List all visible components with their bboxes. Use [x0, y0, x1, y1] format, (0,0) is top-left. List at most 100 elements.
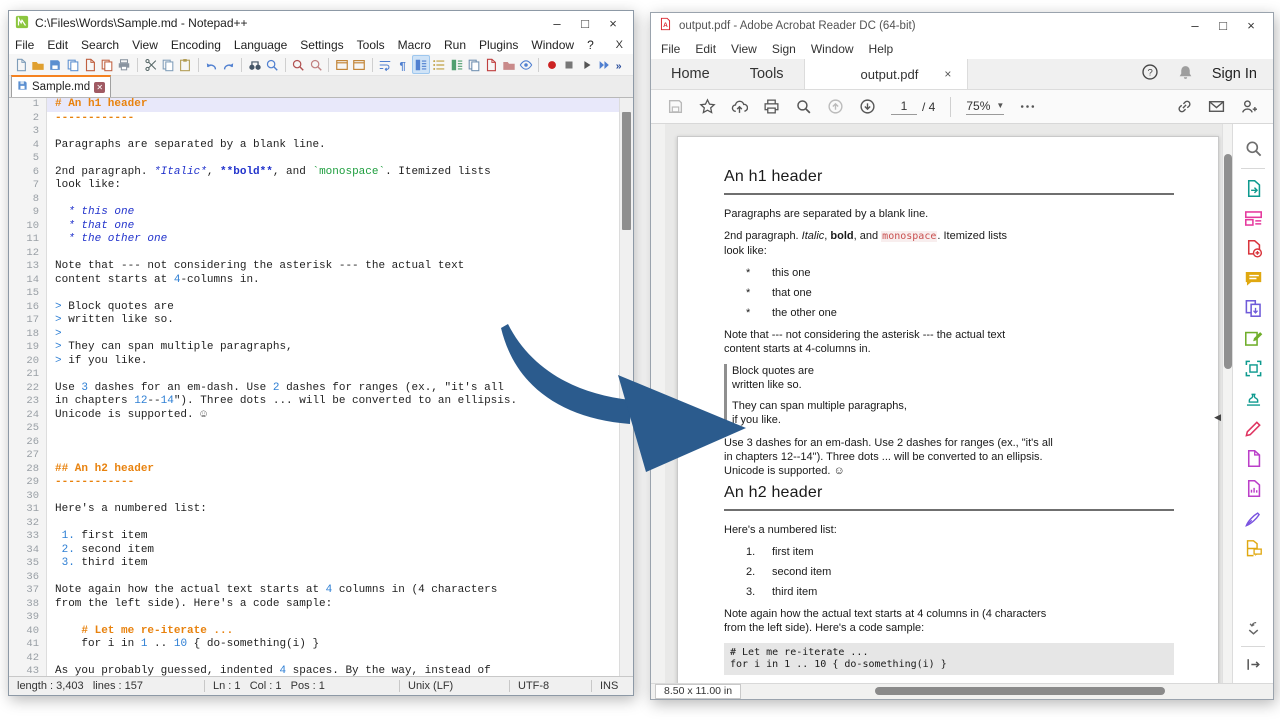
export-pdf-icon[interactable] — [1243, 178, 1264, 199]
acrobat-close-button[interactable]: × — [1237, 18, 1265, 33]
tab-document[interactable]: output.pdf × — [804, 59, 969, 89]
editor-line-3[interactable]: 3 — [9, 125, 633, 139]
redo-icon[interactable] — [221, 56, 236, 73]
search-zoom-icon[interactable] — [795, 98, 812, 115]
editor-line-6[interactable]: 62nd paragraph. *Italic*, **bold**, and … — [9, 166, 633, 180]
editor-line-18[interactable]: 18> — [9, 328, 633, 342]
sync-vertical-icon[interactable] — [334, 56, 349, 73]
editor-line-22[interactable]: 22Use 3 dashes for an em-dash. Use 2 das… — [9, 382, 633, 396]
zoom-dropdown[interactable]: 75% ▼ — [966, 99, 1004, 115]
pdf-viewer[interactable]: ▶ An h1 headerParagraphs are separated b… — [651, 124, 1273, 683]
npp-vertical-scrollbar[interactable] — [619, 98, 633, 676]
editor-line-23[interactable]: 23in chapters 12--14"). Three dots ... w… — [9, 395, 633, 409]
fill-sign-icon[interactable] — [1243, 418, 1264, 439]
sync-horizontal-icon[interactable] — [352, 56, 367, 73]
toolbar-overflow-chevron[interactable]: » — [614, 56, 629, 73]
save-icon[interactable] — [48, 56, 63, 73]
star-icon[interactable] — [699, 98, 716, 115]
npp-menu-settings[interactable]: Settings — [300, 38, 343, 52]
editor-line-20[interactable]: 20> if you like. — [9, 355, 633, 369]
prev-pane-arrow-icon[interactable]: ▶ — [654, 412, 661, 423]
create-pdf-icon[interactable] — [1243, 238, 1264, 259]
close-doc-icon[interactable] — [82, 56, 97, 73]
request-signatures-icon[interactable] — [1243, 538, 1264, 559]
npp-menu-macro[interactable]: Macro — [398, 38, 431, 52]
editor-line-24[interactable]: 24Unicode is supported. ☺ — [9, 409, 633, 423]
cut-icon[interactable] — [143, 56, 158, 73]
npp-eol-format[interactable]: Unix (LF) — [399, 680, 509, 692]
acrobat-maximize-button[interactable]: □ — [1209, 18, 1237, 33]
npp-close-button[interactable]: × — [599, 16, 627, 31]
editor-line-15[interactable]: 15 — [9, 287, 633, 301]
editor-line-12[interactable]: 12 — [9, 247, 633, 261]
acrobat-menu-edit[interactable]: Edit — [695, 42, 716, 56]
run-macro-multiple-icon[interactable] — [596, 56, 611, 73]
save-icon[interactable] — [667, 98, 684, 115]
npp-insert-mode[interactable]: INS — [591, 680, 633, 692]
new-file-icon[interactable] — [13, 56, 28, 73]
editor-line-27[interactable]: 27 — [9, 449, 633, 463]
email-icon[interactable] — [1208, 98, 1225, 115]
acrobat-menu-window[interactable]: Window — [811, 42, 854, 56]
folder-2-icon[interactable] — [501, 56, 516, 73]
undo-icon[interactable] — [204, 56, 219, 73]
record-macro-icon[interactable] — [544, 56, 559, 73]
folder-workspace-icon[interactable] — [449, 56, 464, 73]
show-symbols-icon[interactable]: ¶ — [395, 56, 410, 73]
npp-minimize-button[interactable]: – — [543, 16, 571, 31]
npp-menu-plugins[interactable]: Plugins — [479, 38, 518, 52]
editor-line-17[interactable]: 17> written like so. — [9, 314, 633, 328]
notifications-bell-icon[interactable] — [1177, 64, 1194, 85]
npp-menu-run[interactable]: Run — [444, 38, 466, 52]
npp-menu-view[interactable]: View — [132, 38, 158, 52]
npp-tab-close-icon[interactable]: ✕ — [94, 82, 105, 93]
editor-line-39[interactable]: 39 — [9, 611, 633, 625]
editor-line-5[interactable]: 5 — [9, 152, 633, 166]
editor-line-32[interactable]: 32 — [9, 517, 633, 531]
view-eye-icon[interactable] — [518, 56, 533, 73]
editor-line-8[interactable]: 8 — [9, 193, 633, 207]
acrobat-minimize-button[interactable]: – — [1181, 18, 1209, 33]
acrobat-doc-tab-close-icon[interactable]: × — [944, 67, 951, 81]
upload-cloud-icon[interactable] — [731, 98, 748, 115]
stop-macro-icon[interactable] — [562, 56, 577, 73]
doc-switcher-icon[interactable] — [466, 56, 481, 73]
editor-line-11[interactable]: 11 * the other one — [9, 233, 633, 247]
search-tool-icon[interactable] — [1243, 138, 1264, 159]
tab-home[interactable]: Home — [651, 59, 730, 89]
edit-pdf-icon[interactable] — [1243, 328, 1264, 349]
print-icon[interactable] — [117, 56, 132, 73]
tab-tools[interactable]: Tools — [730, 59, 804, 89]
editor-line-34[interactable]: 34 2. second item — [9, 544, 633, 558]
next-pane-arrow-icon[interactable]: ◀ — [1214, 412, 1221, 423]
editor-line-41[interactable]: 41 for i in 1 .. 10 { do-something(i) } — [9, 638, 633, 652]
npp-close-document-x[interactable]: X — [616, 39, 627, 51]
npp-document-tab[interactable]: Sample.md ✕ — [11, 75, 111, 97]
acrobat-menu-sign[interactable]: Sign — [772, 42, 796, 56]
certificates-icon[interactable] — [1243, 478, 1264, 499]
editor-line-26[interactable]: 26 — [9, 436, 633, 450]
zoom-out-icon[interactable] — [308, 56, 323, 73]
function-page-icon[interactable] — [484, 56, 499, 73]
editor-line-28[interactable]: 28## An h2 header — [9, 463, 633, 477]
combine-files-icon[interactable] — [1243, 298, 1264, 319]
open-file-icon[interactable] — [30, 56, 45, 73]
editor-line-1[interactable]: 1# An h1 header — [9, 98, 633, 112]
editor-line-9[interactable]: 9 * this one — [9, 206, 633, 220]
help-question-icon[interactable]: ? — [1141, 63, 1159, 85]
editor-line-4[interactable]: 4Paragraphs are separated by a blank lin… — [9, 139, 633, 153]
editor-line-25[interactable]: 25 — [9, 422, 633, 436]
acrobat-menu-view[interactable]: View — [731, 42, 757, 56]
editor-line-13[interactable]: 13Note that --- not considering the aste… — [9, 260, 633, 274]
sign-pen-icon[interactable] — [1243, 508, 1264, 529]
editor-line-37[interactable]: 37Note again how the actual text starts … — [9, 584, 633, 598]
editor-line-16[interactable]: 16> Block quotes are — [9, 301, 633, 315]
open-pane-icon[interactable] — [1243, 654, 1264, 675]
npp-menu-language[interactable]: Language — [234, 38, 287, 52]
editor-line-31[interactable]: 31Here's a numbered list: — [9, 503, 633, 517]
npp-menu-encoding[interactable]: Encoding — [171, 38, 221, 52]
comment-icon[interactable] — [1243, 268, 1264, 289]
npp-editor[interactable]: 1# An h1 header2------------34Paragraphs… — [9, 98, 633, 676]
print-icon[interactable] — [763, 98, 780, 115]
editor-line-7[interactable]: 7look like: — [9, 179, 633, 193]
